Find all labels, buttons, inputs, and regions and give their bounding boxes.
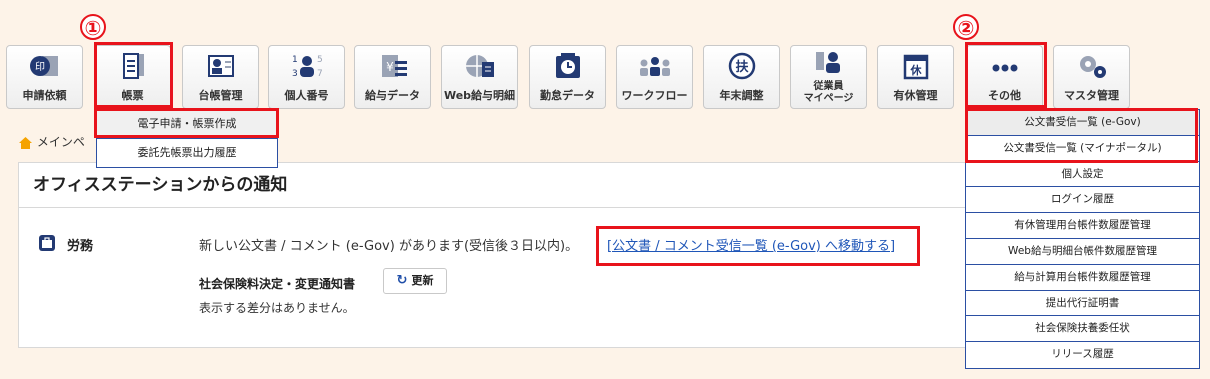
toolbar-item-workflow[interactable]: ワークフロー: [616, 45, 693, 109]
id-card-icon: [207, 55, 234, 77]
toolbar-item-label: 年末調整: [719, 89, 764, 102]
menu-item-insurance-proxy[interactable]: 社会保険扶養委任状: [966, 316, 1199, 343]
svg-text:休: 休: [909, 63, 922, 77]
refresh-icon: ↻: [396, 273, 408, 288]
yen-list-icon: ¥: [381, 55, 407, 77]
annotation-marker-1: ①: [80, 14, 106, 40]
toolbar-item-label: マスタ管理: [1064, 89, 1119, 102]
toolbar-item-request[interactable]: 印 申請依頼: [6, 45, 83, 109]
toolbar-item-my-number[interactable]: 1 3 5 7 個人番号: [268, 45, 345, 109]
refresh-label: 更新: [411, 274, 434, 287]
toolbar-item-web-payslip[interactable]: Web給与明細: [441, 45, 518, 109]
menu-item-personal-settings[interactable]: 個人設定: [966, 162, 1199, 188]
home-icon: [19, 136, 32, 149]
toolbar-item-ledger[interactable]: 台帳管理: [182, 45, 259, 109]
menu-item-leave-ledger-history[interactable]: 有休管理用台帳件数履歴管理: [966, 213, 1199, 239]
no-diff-text: 表示する差分はありません。: [199, 301, 355, 315]
svg-text:印: 印: [35, 61, 45, 73]
section-title: 社会保険料決定・変更通知書: [199, 277, 356, 291]
stamp-doc-icon: 印: [29, 56, 58, 76]
toolbar-item-salary-data[interactable]: ¥ 給与データ: [354, 45, 431, 109]
employee-icon: [815, 52, 840, 73]
highlight-forms-tile: [94, 42, 173, 108]
toolbar-item-employee-mypage[interactable]: 従業員 マイページ: [790, 45, 867, 109]
annotation-marker-2: ②: [953, 14, 979, 40]
breadcrumb: メインペ: [18, 133, 85, 150]
toolbar-item-label: 申請依頼: [22, 89, 67, 102]
breadcrumb-home[interactable]: メインペ: [37, 135, 85, 149]
highlight-egov-link: [596, 226, 920, 266]
menu-item-login-history[interactable]: ログイン履歴: [966, 187, 1199, 214]
briefcase-icon: [39, 235, 55, 251]
person-number-icon: 1 3 5 7: [292, 55, 323, 79]
calendar-leave-icon: 休: [903, 54, 928, 80]
fu-circle-icon: 扶: [728, 52, 755, 80]
menu-item-outsource-history[interactable]: 委託先帳票出力履歴: [97, 139, 277, 167]
gears-icon: [1079, 56, 1106, 78]
refresh-button[interactable]: ↻ 更新: [383, 268, 447, 294]
toolbar-item-label: 台帳管理: [198, 89, 243, 102]
menu-item-proxy-certificate[interactable]: 提出代行証明書: [966, 291, 1199, 317]
web-payslip-icon: [465, 55, 494, 77]
toolbar-item-label: Web給与明細: [443, 89, 516, 102]
menu-item-web-payslip-history[interactable]: Web給与明細台帳件数履歴管理: [966, 239, 1199, 265]
menu-item-payroll-ledger-history[interactable]: 給与計算用台帳件数履歴管理: [966, 265, 1199, 291]
toolbar-item-label: 個人番号: [284, 89, 329, 102]
svg-text:7: 7: [317, 69, 323, 79]
highlight-inbox-items: [965, 108, 1198, 163]
svg-text:¥: ¥: [386, 60, 394, 74]
toolbar-item-label: ワークフロー: [621, 89, 688, 102]
toolbar-item-attendance[interactable]: 勤怠データ: [529, 45, 606, 109]
people-flow-icon: [639, 57, 670, 76]
highlight-e-application: [94, 108, 279, 138]
panel-title: オフィスステーションからの通知: [19, 163, 1017, 208]
notice-message: 新しい公文書 / コメント (e-Gov) があります(受信後３日以内)。: [199, 239, 579, 254]
svg-text:5: 5: [317, 55, 323, 65]
toolbar-item-label: 勤怠データ: [540, 89, 595, 102]
svg-text:3: 3: [292, 69, 298, 79]
toolbar-item-master[interactable]: マスタ管理: [1053, 45, 1130, 109]
toolbar-item-year-end[interactable]: 扶 年末調整: [703, 45, 780, 109]
toolbar-item-label: 給与データ: [365, 89, 420, 102]
toolbar-item-label: 従業員 マイページ: [803, 81, 854, 104]
menu-item-release-history[interactable]: リリース履歴: [966, 342, 1199, 368]
category-label: 労務: [67, 239, 94, 254]
svg-text:1: 1: [292, 55, 298, 65]
highlight-other-tile: [965, 42, 1047, 108]
clock-icon: [555, 53, 580, 78]
toolbar-item-paid-leave[interactable]: 休 有休管理: [877, 45, 954, 109]
svg-text:扶: 扶: [735, 59, 749, 75]
toolbar-item-label: 有休管理: [893, 89, 938, 102]
